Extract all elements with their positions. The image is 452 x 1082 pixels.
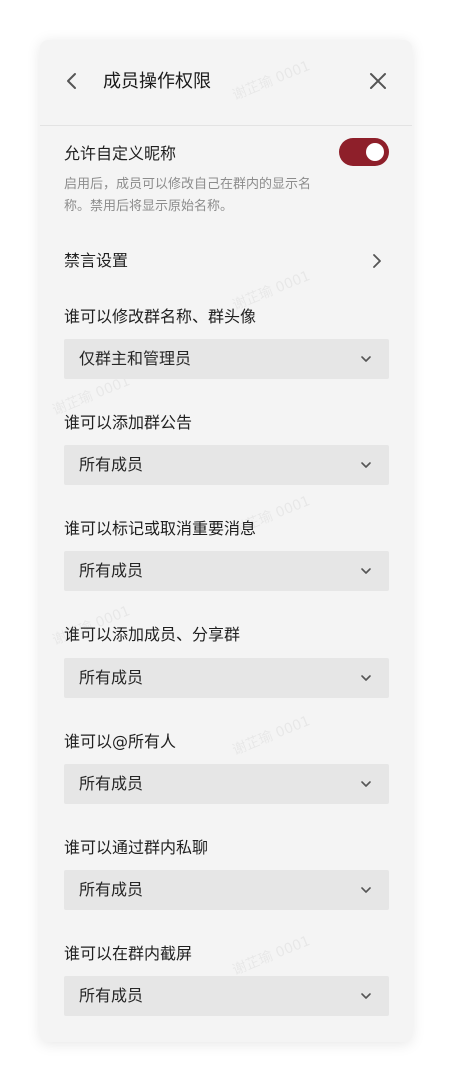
select-value: 所有成员	[79, 774, 144, 793]
watermark: 谢芷瑜 0001	[230, 933, 313, 979]
chevron-right-icon	[373, 254, 381, 268]
permission-label-mention-all: 谁可以@所有人	[64, 732, 177, 751]
chevron-left-icon	[67, 73, 76, 89]
chevron-down-icon	[361, 887, 371, 893]
select-value: 所有成员	[79, 455, 144, 474]
back-button[interactable]	[60, 69, 84, 93]
mute-settings-row[interactable]: 禁言设置	[40, 245, 412, 277]
permission-select-edit-group-info[interactable]: 仅群主和管理员	[64, 339, 389, 379]
select-value: 所有成员	[79, 880, 144, 899]
permission-label-private-chat: 谁可以通过群内私聊	[64, 838, 209, 857]
close-button[interactable]	[366, 69, 390, 93]
permission-select-private-chat[interactable]: 所有成员	[64, 870, 389, 910]
select-value: 仅群主和管理员	[79, 349, 192, 368]
close-icon	[370, 73, 386, 89]
select-value: 所有成员	[79, 561, 144, 580]
permission-select-add-members[interactable]: 所有成员	[64, 658, 389, 698]
permission-select-add-announcement[interactable]: 所有成员	[64, 445, 389, 485]
nickname-description: 启用后，成员可以修改自己在群内的显示名称。禁用后将显示原始名称。	[64, 177, 312, 214]
watermark: 谢芷瑜 0001	[230, 713, 313, 759]
select-value: 所有成员	[79, 668, 144, 687]
permission-label-edit-group-info: 谁可以修改群名称、群头像	[64, 307, 257, 326]
chevron-down-icon	[361, 993, 371, 999]
chevron-down-icon	[361, 675, 371, 681]
permission-select-mention-all[interactable]: 所有成员	[64, 764, 389, 804]
chevron-down-icon	[361, 356, 371, 362]
permission-label-mark-important: 谁可以标记或取消重要消息	[64, 519, 257, 538]
permission-label-screenshot: 谁可以在群内截屏	[64, 944, 193, 963]
page-title: 成员操作权限	[103, 71, 211, 92]
permission-label-add-announcement: 谁可以添加群公告	[64, 413, 193, 432]
permission-select-screenshot[interactable]: 所有成员	[64, 976, 389, 1016]
chevron-down-icon	[361, 568, 371, 574]
select-value: 所有成员	[79, 986, 144, 1005]
panel-header: 成员操作权限	[40, 40, 412, 126]
nickname-label: 允许自定义昵称	[64, 144, 177, 163]
mute-settings-label: 禁言设置	[64, 251, 129, 270]
chevron-down-icon	[361, 781, 371, 787]
permission-label-add-members: 谁可以添加成员、分享群	[64, 625, 241, 644]
permission-select-mark-important[interactable]: 所有成员	[64, 551, 389, 591]
toggle-knob	[366, 143, 384, 161]
nickname-toggle[interactable]	[339, 138, 389, 166]
member-permissions-panel: 谢芷瑜 0001 谢芷瑜 0001 谢芷瑜 0001 谢芷瑜 0001 谢芷瑜 …	[40, 40, 412, 1042]
chevron-down-icon	[361, 462, 371, 468]
